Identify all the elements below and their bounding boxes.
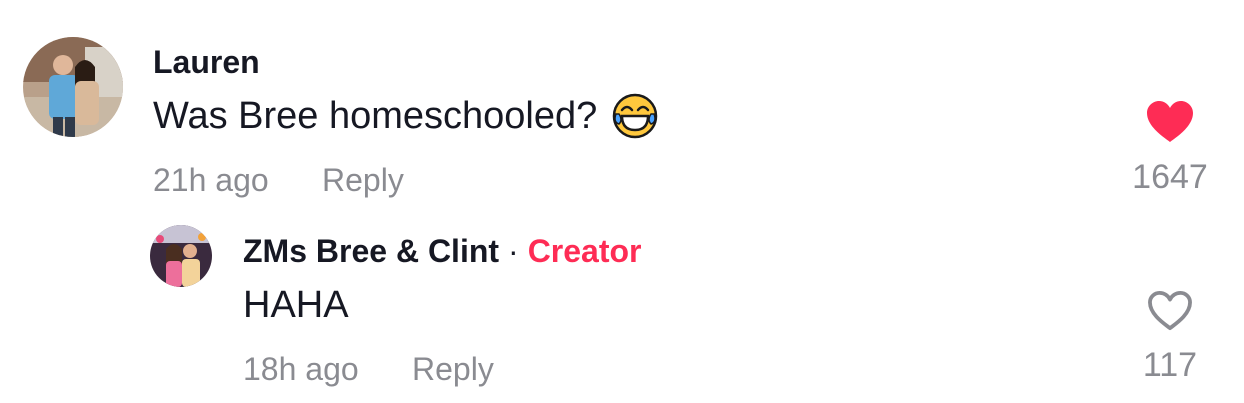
- avatar[interactable]: [23, 37, 123, 137]
- heart-filled-icon: [1147, 101, 1193, 142]
- reply-text: HAHA: [243, 284, 349, 326]
- reply-like-count: 117: [1142, 346, 1198, 384]
- comment-username[interactable]: Lauren: [153, 44, 260, 81]
- comment-timestamp: 21h ago: [153, 162, 269, 198]
- comment-like-count: 1647: [1132, 158, 1208, 196]
- reply-reply-button[interactable]: Reply: [412, 351, 494, 388]
- comment-like-button[interactable]: [1145, 100, 1195, 144]
- reply-avatar[interactable]: [150, 225, 212, 287]
- comment-text: Was Bree homeschooled?: [153, 94, 598, 137]
- comment-text-row: Was Bree homeschooled?: [153, 92, 659, 140]
- comment-reply-button[interactable]: Reply: [322, 162, 404, 199]
- reply-separator: ·: [508, 233, 519, 269]
- heart-outline-icon: [1148, 290, 1192, 331]
- face-with-tears-of-joy-icon: [611, 92, 659, 140]
- reply-username[interactable]: ZMs Bree & Clint: [243, 233, 499, 270]
- reply-like-button[interactable]: [1146, 290, 1194, 332]
- reply-timestamp: 18h ago: [243, 351, 359, 387]
- reply-header: ZMs Bree & Clint · Creator: [243, 233, 642, 270]
- creator-badge: Creator: [527, 233, 642, 269]
